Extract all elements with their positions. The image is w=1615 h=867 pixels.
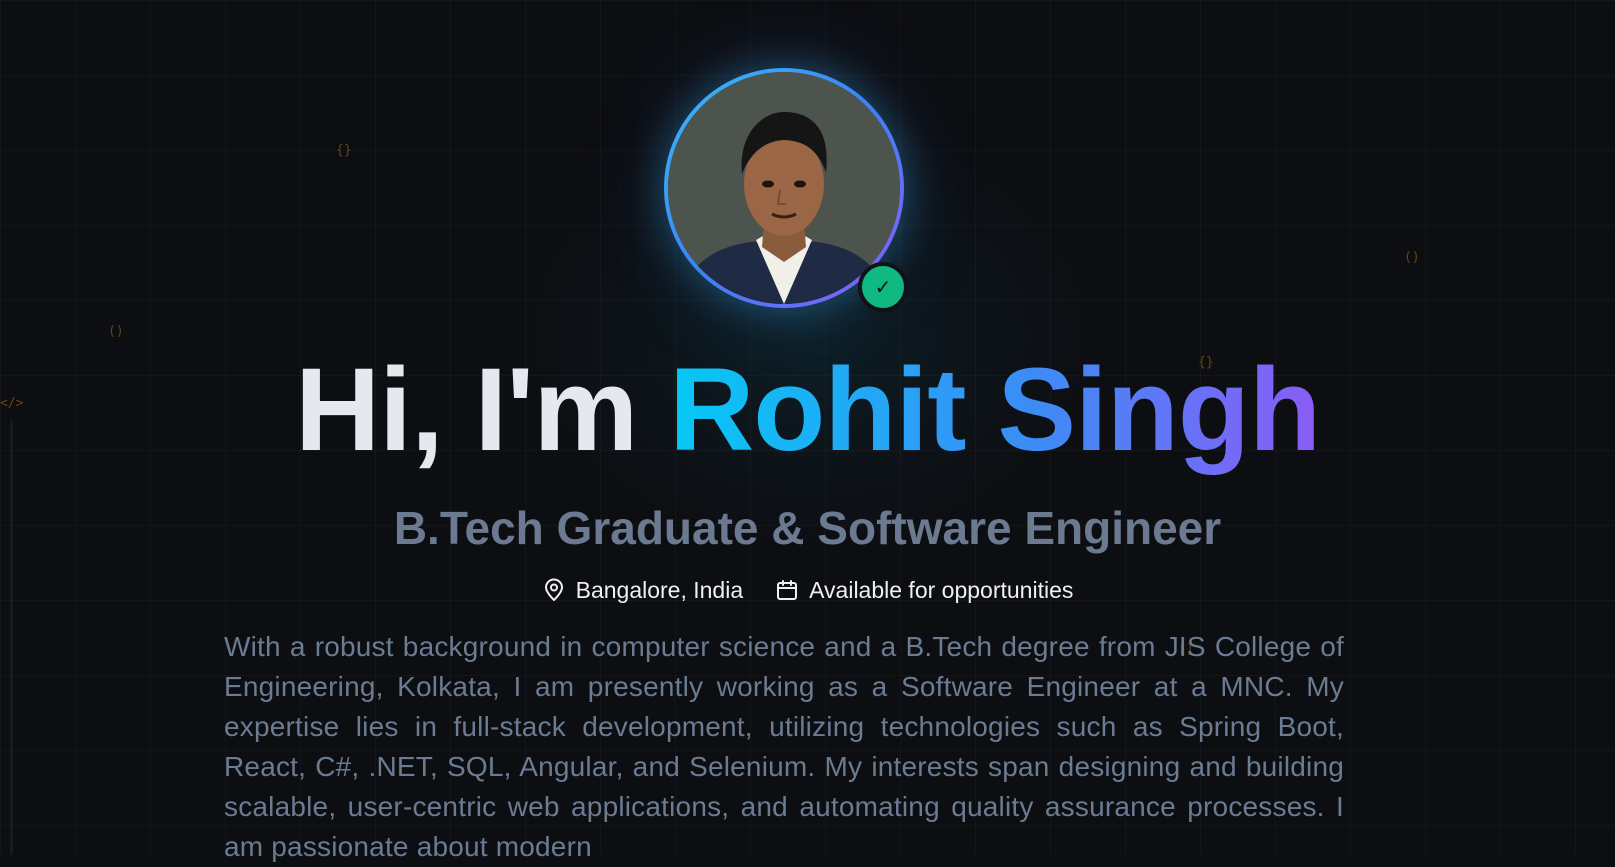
hero-name: Rohit Singh: [669, 344, 1321, 476]
profile-avatar: ✓: [664, 68, 908, 312]
location-text: Bangalore, India: [575, 576, 744, 603]
calendar-icon: [777, 580, 798, 600]
availability-info: Available for opportunities: [775, 577, 1073, 604]
meta-info-row: Bangalore, India Available for opportuni…: [0, 575, 1615, 605]
hero-title: Hi, I'm Rohit Singh: [0, 345, 1615, 475]
hero-greeting: Hi, I'm: [294, 344, 638, 476]
map-pin-icon: [544, 578, 563, 601]
check-icon: ✓: [874, 275, 892, 299]
left-scroll-rail: [10, 420, 13, 855]
location-info: Bangalore, India: [542, 576, 744, 604]
bio-paragraph: With a robust background in computer sci…: [224, 631, 1344, 862]
decor-parens-right: (): [1404, 250, 1420, 265]
decor-braces: {}: [336, 143, 352, 158]
hero-subtitle: B.Tech Graduate & Software Engineer: [393, 502, 1222, 554]
verified-badge: ✓: [858, 262, 908, 312]
decor-parens: (): [108, 324, 124, 339]
availability-text: Available for opportunities: [809, 576, 1074, 603]
